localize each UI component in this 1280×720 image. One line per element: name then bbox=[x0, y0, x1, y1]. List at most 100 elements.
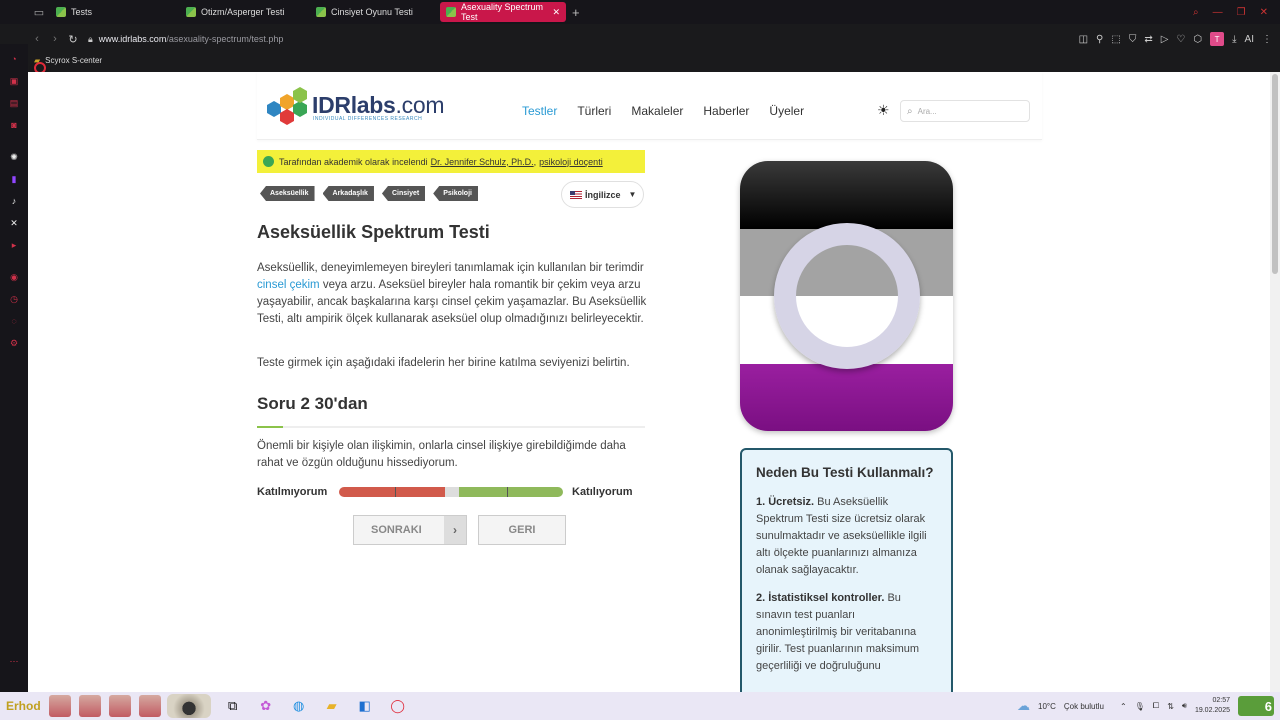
snapshot-icon[interactable]: ⬚ bbox=[1111, 34, 1120, 45]
role-link[interactable]: psikoloji doçenti bbox=[539, 157, 603, 167]
question-counter: Soru 2 30'dan bbox=[257, 394, 368, 413]
weather-temp[interactable]: 10°C bbox=[1038, 702, 1056, 711]
x-icon[interactable]: ✕ bbox=[7, 216, 21, 230]
next-label: SONRAKI bbox=[371, 524, 422, 536]
outlook-icon[interactable]: ◧ bbox=[354, 695, 376, 717]
bookmark-scyrox[interactable]: Scyrox S-center bbox=[45, 56, 102, 65]
close-window-icon[interactable]: ✕ bbox=[1260, 7, 1268, 18]
nav-makaleler[interactable]: Makaleler bbox=[631, 104, 683, 118]
chatgpt-icon[interactable]: ✺ bbox=[7, 150, 21, 164]
youtube-icon[interactable]: ▸ bbox=[7, 238, 21, 252]
tab-list-icon[interactable]: ▭ bbox=[28, 6, 50, 19]
tiktok-icon[interactable]: ♪ bbox=[7, 194, 21, 208]
option-strongly-disagree[interactable] bbox=[339, 487, 395, 497]
main-nav: Testler Türleri Makaleler Haberler Üyele… bbox=[522, 104, 804, 118]
theme-toggle-icon[interactable]: ☀ bbox=[877, 102, 890, 119]
vpn-icon[interactable]: ⇄ bbox=[1144, 34, 1152, 45]
tab-tests[interactable]: Tests bbox=[50, 2, 176, 22]
page-scrollbar[interactable] bbox=[1270, 72, 1280, 692]
nav-uyeler[interactable]: Üyeler bbox=[769, 104, 804, 118]
tag-aseksuellik[interactable]: Aseksüellik bbox=[260, 186, 315, 201]
option-disagree[interactable] bbox=[395, 487, 445, 497]
new-tab-icon[interactable]: + bbox=[572, 5, 580, 20]
language-label: İngilizce bbox=[585, 189, 621, 200]
player-icon[interactable]: ▷ bbox=[1161, 34, 1169, 45]
option-strongly-agree[interactable] bbox=[507, 487, 563, 497]
menu-icon[interactable]: ⋮ bbox=[1262, 34, 1272, 45]
scrollbar-thumb[interactable] bbox=[1272, 74, 1278, 274]
why-title: Neden Bu Testi Kullanmalı? bbox=[756, 465, 934, 480]
tab-cinsiyet[interactable]: Cinsiyet Oyunu Testi bbox=[310, 2, 436, 22]
app-thumbnail-icon[interactable] bbox=[138, 695, 161, 717]
reader-icon[interactable]: ◫ bbox=[1079, 34, 1088, 45]
heart-icon[interactable]: ♡ bbox=[1176, 34, 1185, 45]
app-thumbnail-icon[interactable] bbox=[48, 695, 71, 717]
pin-icon[interactable]: ⚲ bbox=[1096, 34, 1103, 45]
search-input[interactable]: ⌕ Ara... bbox=[900, 100, 1030, 122]
reviewer-link[interactable]: Dr. Jennifer Schulz, Ph.D. bbox=[431, 157, 534, 167]
search-placeholder: Ara... bbox=[917, 106, 937, 116]
reload-icon[interactable]: ↻ bbox=[64, 33, 82, 46]
wallet-icon[interactable]: ▤ bbox=[7, 96, 21, 110]
volume-icon[interactable]: 🔊︎ bbox=[1182, 701, 1187, 711]
tag-cinsiyet[interactable]: Cinsiyet bbox=[381, 186, 426, 201]
tray-chevron-icon[interactable]: ⌃ bbox=[1120, 702, 1127, 711]
opera-taskbar-icon[interactable]: ◯ bbox=[387, 695, 409, 717]
profile-avatar[interactable]: T bbox=[1210, 32, 1225, 46]
page-title: Aseksüellik Spektrum Testi bbox=[257, 222, 490, 242]
download-icon[interactable]: ⤓ bbox=[1232, 34, 1236, 45]
network-icon[interactable]: ⧠ bbox=[1153, 701, 1159, 711]
option-agree[interactable] bbox=[459, 487, 507, 497]
address-bar: ‹ › ↻ 🔒︎ www.idrlabs.com/asexuality-spec… bbox=[28, 28, 1280, 50]
shield-icon[interactable]: ⛉ bbox=[1129, 34, 1137, 45]
maximize-icon[interactable]: ❐ bbox=[1237, 7, 1246, 18]
url-field[interactable]: www.idrlabs.com/asexuality-spectrum/test… bbox=[99, 34, 284, 44]
tag-psikoloji[interactable]: Psikoloji bbox=[433, 186, 478, 201]
aria-icon[interactable]: ◔ bbox=[7, 52, 21, 66]
asexual-flag-image bbox=[740, 161, 953, 431]
more-icon[interactable]: ⋯ bbox=[7, 654, 21, 668]
ai-button[interactable]: AI bbox=[1245, 34, 1254, 45]
language-select[interactable]: İngilizce ▼ bbox=[561, 181, 644, 208]
task-view-icon[interactable]: ⧉ bbox=[222, 695, 244, 717]
search-tabs-icon[interactable]: ⌕ bbox=[1193, 7, 1199, 18]
nav-turleri[interactable]: Türleri bbox=[577, 104, 611, 118]
forward-icon[interactable]: › bbox=[46, 33, 64, 45]
back-button[interactable]: GERI bbox=[478, 515, 566, 545]
idrlabs-logo[interactable]: IDRlabs.com INDIVIDUAL DIFFERENCES RESEA… bbox=[267, 87, 445, 126]
app-thumbnail-icon[interactable] bbox=[78, 695, 101, 717]
sexual-attraction-link[interactable]: cinsel çekim bbox=[257, 279, 320, 291]
mic-icon[interactable]: 🎙︎ bbox=[1135, 702, 1145, 711]
cloud-icon: ☁ bbox=[1017, 698, 1031, 713]
notification-badge[interactable]: 6 bbox=[1238, 696, 1274, 716]
eye-widget-icon[interactable] bbox=[166, 694, 211, 718]
player-sidebar-icon[interactable]: ◉ bbox=[7, 270, 21, 284]
extensions-icon[interactable]: ⬡ bbox=[1193, 34, 1202, 45]
file-explorer-icon[interactable]: ▰ bbox=[321, 695, 343, 717]
option-neutral[interactable] bbox=[445, 487, 459, 497]
chat-icon[interactable]: ◌ bbox=[7, 314, 21, 328]
settings-icon[interactable]: ⚙ bbox=[7, 336, 21, 350]
history-icon[interactable]: ◷ bbox=[7, 292, 21, 306]
weather-text[interactable]: Çok bulutlu bbox=[1064, 702, 1104, 711]
tag-arkadaslik[interactable]: Arkadaşlık bbox=[322, 186, 374, 201]
tab-asexuality[interactable]: Asexuality Spectrum Test ✕ bbox=[440, 2, 566, 22]
copilot-icon[interactable]: ✿ bbox=[255, 695, 277, 717]
messenger-icon[interactable]: ◙ bbox=[7, 118, 21, 132]
cellular-icon[interactable]: ⇅ bbox=[1167, 702, 1174, 711]
app-thumbnail-icon[interactable] bbox=[108, 695, 131, 717]
twitch-icon[interactable]: ▮ bbox=[7, 172, 21, 186]
shopping-icon[interactable]: ▣ bbox=[7, 74, 21, 88]
tab-otizm[interactable]: Otizm/Asperger Testi bbox=[180, 2, 306, 22]
lock-icon[interactable]: 🔒︎ bbox=[88, 34, 93, 45]
close-tab-icon[interactable]: ✕ bbox=[552, 7, 560, 18]
site-header: IDRlabs.com INDIVIDUAL DIFFERENCES RESEA… bbox=[257, 72, 1042, 140]
tab-favicon bbox=[186, 7, 196, 17]
next-button[interactable]: SONRAKI › bbox=[353, 515, 467, 545]
nav-haberler[interactable]: Haberler bbox=[703, 104, 749, 118]
minimize-icon[interactable]: — bbox=[1213, 7, 1223, 18]
edge-icon[interactable]: ◍ bbox=[288, 695, 310, 717]
nav-testler[interactable]: Testler bbox=[522, 104, 557, 118]
clock[interactable]: 02:57 19.02.2025 bbox=[1195, 696, 1230, 716]
back-icon[interactable]: ‹ bbox=[28, 33, 46, 45]
